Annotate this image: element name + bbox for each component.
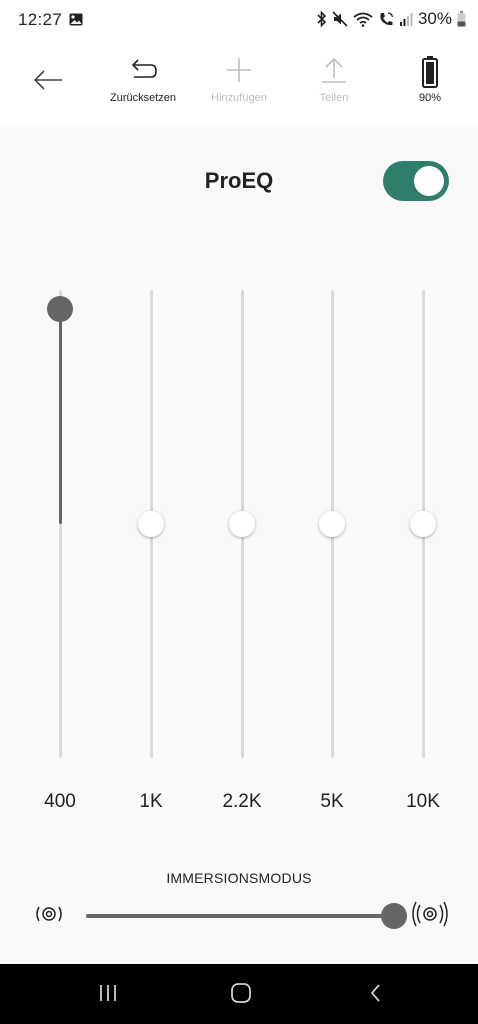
signal-icon xyxy=(399,13,413,26)
recents-icon[interactable] xyxy=(96,981,120,1005)
gallery-icon xyxy=(69,13,83,26)
reset-label: Zurücksetzen xyxy=(109,92,177,104)
mute-icon xyxy=(332,11,348,27)
share-upload-icon xyxy=(322,57,346,83)
immersion-slider-thumb[interactable] xyxy=(381,903,407,929)
toggle-knob xyxy=(414,166,444,196)
device-battery-label: 90% xyxy=(418,92,442,104)
arrow-left-icon[interactable] xyxy=(28,62,68,98)
device-battery: 90% xyxy=(385,56,475,120)
home-icon[interactable] xyxy=(229,981,253,1005)
sound-low-icon xyxy=(36,906,62,922)
immersion-slider-track[interactable] xyxy=(86,914,396,918)
eq-band-thumb[interactable] xyxy=(229,511,255,537)
add-label: Hinzufügen xyxy=(211,92,267,104)
eq-band-thumb[interactable] xyxy=(319,511,345,537)
status-icons: 30% xyxy=(316,9,466,29)
status-bar: 12:27 30% xyxy=(0,0,478,44)
reset-button[interactable]: Zurücksetzen xyxy=(98,56,188,120)
proeq-toggle[interactable] xyxy=(383,161,449,201)
share-button[interactable]: Teilen xyxy=(289,56,379,120)
system-nav-bar xyxy=(0,964,478,1024)
eq-band-label: 5K xyxy=(320,791,344,812)
battery-percent: 30% xyxy=(417,9,452,28)
immersion-title: IMMERSIONSMODUS xyxy=(166,870,312,886)
plus-icon xyxy=(227,58,251,82)
device-battery-icon xyxy=(422,56,438,88)
status-time: 12:27 xyxy=(18,10,63,29)
bluetooth-icon xyxy=(317,11,327,27)
battery-icon xyxy=(457,11,466,27)
equalizer-panel: ProEQ 400 1K 2.2K 5K 10K IMMERSIONSMODUS xyxy=(0,126,478,964)
sound-high-icon xyxy=(412,901,448,927)
undo-icon xyxy=(131,59,157,78)
share-label: Teilen xyxy=(319,92,349,104)
eq-band-label: 10K xyxy=(406,791,440,812)
eq-band-label: 2.2K xyxy=(222,791,262,812)
eq-band-fill xyxy=(58,308,62,524)
eq-band-label: 1K xyxy=(139,791,163,812)
eq-band-label: 400 xyxy=(44,791,76,812)
add-button[interactable]: Hinzufügen xyxy=(194,56,284,120)
back-icon[interactable] xyxy=(364,981,388,1005)
wifi-icon xyxy=(353,12,373,27)
toolbar: Zurücksetzen Hinzufügen Teilen 90% xyxy=(0,44,478,126)
eq-band-thumb[interactable] xyxy=(138,511,164,537)
eq-band-thumb[interactable] xyxy=(410,511,436,537)
volte-call-icon xyxy=(380,12,394,26)
eq-band-thumb[interactable] xyxy=(47,295,73,322)
